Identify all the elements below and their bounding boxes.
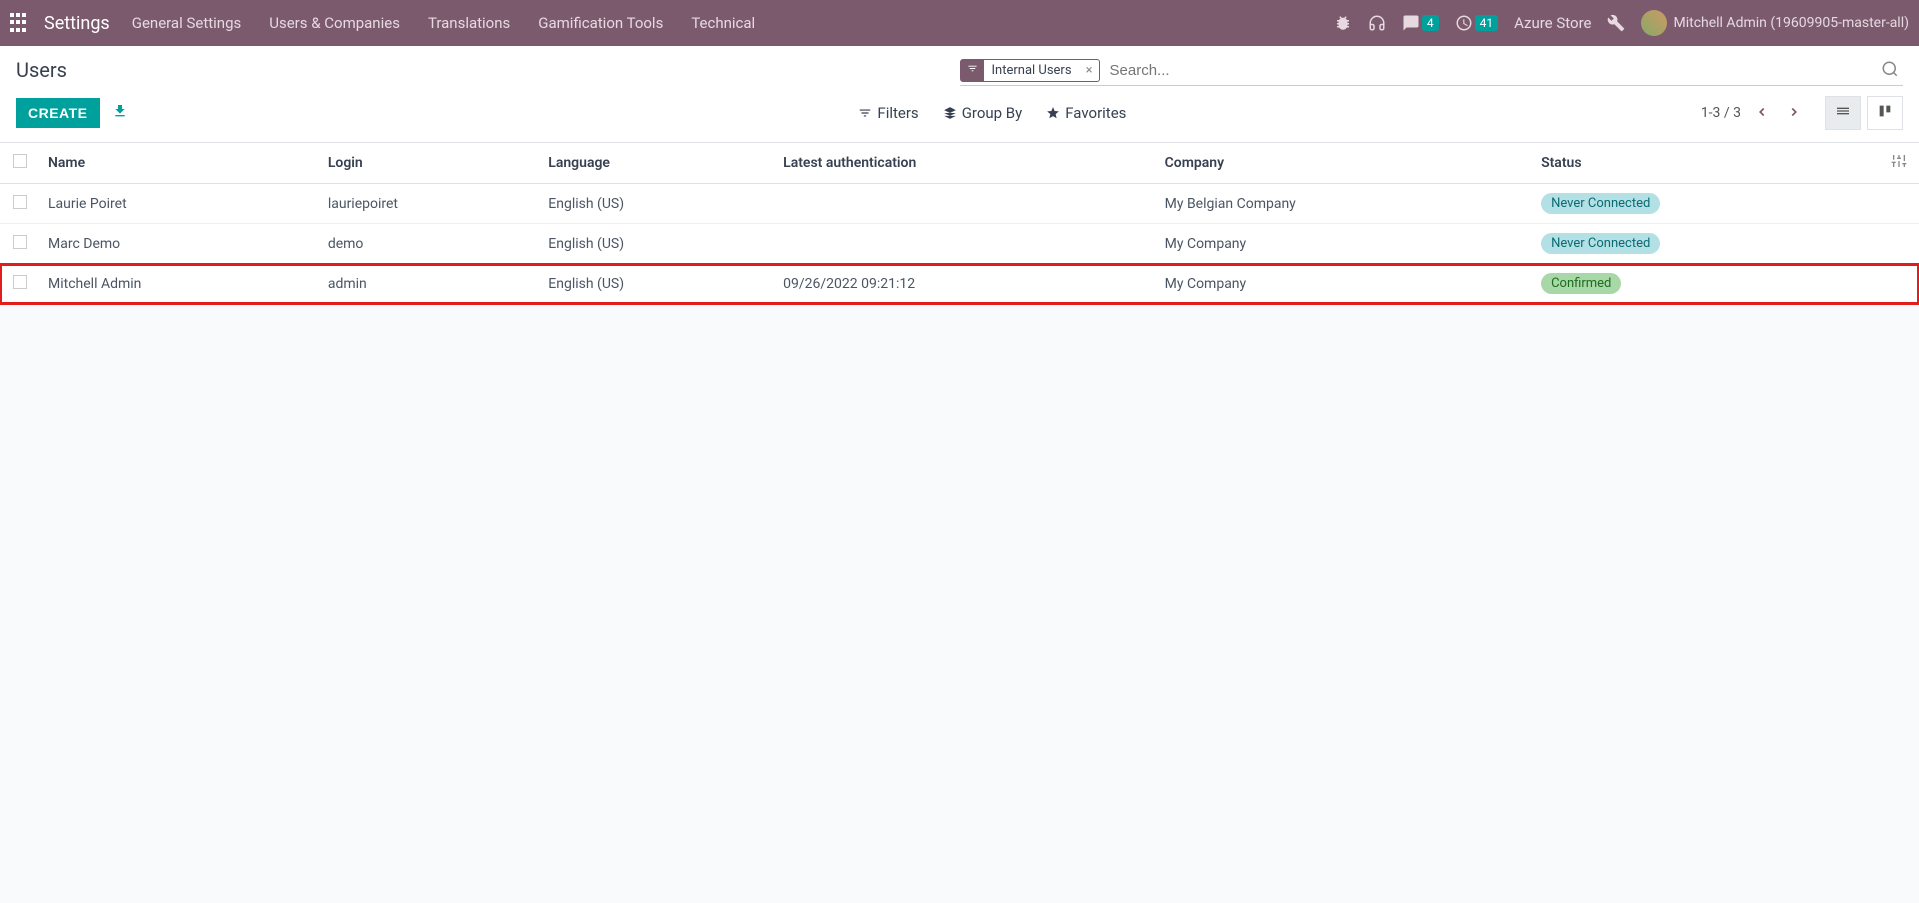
cell-latest-auth [775,224,1157,264]
cell-language: English (US) [540,264,775,304]
cell-name: Laurie Poiret [40,184,320,224]
facet-remove-icon[interactable]: × [1080,63,1099,78]
cell-login: demo [320,224,540,264]
apps-icon[interactable] [10,13,30,33]
funnel-icon [961,60,984,81]
col-status[interactable]: Status [1533,143,1879,184]
create-button[interactable]: CREATE [16,98,100,128]
col-company[interactable]: Company [1157,143,1533,184]
table-row[interactable]: Marc DemodemoEnglish (US) My Company Never… [0,224,1919,264]
cell-login: admin [320,264,540,304]
row-checkbox[interactable] [13,275,27,289]
column-options-icon[interactable] [1891,157,1907,173]
nav-general-settings[interactable]: General Settings [132,14,242,32]
messages-icon[interactable]: 4 [1402,14,1439,32]
table-row[interactable]: Laurie PoiretlauriepoiretEnglish (US) My … [0,184,1919,224]
messages-badge: 4 [1422,15,1439,31]
export-icon[interactable] [112,103,128,123]
status-badge: Never Connected [1541,193,1660,214]
col-language[interactable]: Language [540,143,775,184]
search-icon[interactable] [1877,60,1903,82]
pager-prev-icon[interactable] [1751,100,1773,127]
nav-technical[interactable]: Technical [691,14,755,32]
cell-name: Mitchell Admin [40,264,320,304]
nav-users-companies[interactable]: Users & Companies [269,14,400,32]
avatar [1641,10,1667,36]
cell-name: Marc Demo [40,224,320,264]
user-name: Mitchell Admin (19609905-master-all) [1673,15,1909,31]
search-bar: Internal Users × [960,58,1904,86]
group-by-label: Group By [962,104,1023,122]
search-input[interactable] [1106,58,1877,83]
activities-badge: 41 [1475,15,1499,31]
favorites-dropdown[interactable]: Favorites [1046,104,1126,122]
row-checkbox[interactable] [13,235,27,249]
status-badge: Never Connected [1541,233,1660,254]
group-by-dropdown[interactable]: Group By [943,104,1023,122]
pager-text[interactable]: 1-3 / 3 [1701,105,1741,121]
top-nav: Settings General Settings Users & Compan… [0,0,1919,46]
user-menu[interactable]: Mitchell Admin (19609905-master-all) [1641,10,1909,36]
table-header-row: Name Login Language Latest authenticatio… [0,143,1919,184]
activities-icon[interactable]: 41 [1455,14,1499,32]
debug-icon[interactable] [1334,14,1352,32]
cell-status: Confirmed [1533,264,1879,304]
user-list: Name Login Language Latest authenticatio… [0,143,1919,304]
status-badge: Confirmed [1541,273,1621,294]
facet-label: Internal Users [984,60,1080,81]
cell-company: My Company [1157,264,1533,304]
select-all-checkbox[interactable] [13,154,27,168]
filters-label: Filters [877,104,918,122]
filters-dropdown[interactable]: Filters [858,104,918,122]
control-panel: Users Internal Users × CREATE [0,46,1919,143]
view-list-icon[interactable] [1825,96,1861,130]
cell-language: English (US) [540,224,775,264]
page-title: Users [16,58,960,82]
nav-brand[interactable]: Settings [44,13,110,34]
favorites-label: Favorites [1065,104,1126,122]
nav-right: 4 41 Azure Store Mitchell Admin (1960990… [1334,10,1909,36]
nav-translations[interactable]: Translations [428,14,510,32]
cell-latest-auth: 09/26/2022 09:21:12 [775,264,1157,304]
cell-status: Never Connected [1533,224,1879,264]
cell-status: Never Connected [1533,184,1879,224]
pager-next-icon[interactable] [1783,100,1805,127]
col-name[interactable]: Name [40,143,320,184]
tools-icon[interactable] [1607,14,1625,32]
row-checkbox[interactable] [13,195,27,209]
col-latest-auth[interactable]: Latest authentication [775,143,1157,184]
table-row[interactable]: Mitchell AdminadminEnglish (US)09/26/202… [0,264,1919,304]
support-icon[interactable] [1368,14,1386,32]
col-login[interactable]: Login [320,143,540,184]
nav-menu: General Settings Users & Companies Trans… [132,14,1334,32]
nav-gamification-tools[interactable]: Gamification Tools [538,14,663,32]
company-switcher[interactable]: Azure Store [1514,14,1591,32]
cell-language: English (US) [540,184,775,224]
view-kanban-icon[interactable] [1867,96,1903,130]
cell-company: My Company [1157,224,1533,264]
cell-login: lauriepoiret [320,184,540,224]
cell-company: My Belgian Company [1157,184,1533,224]
cell-latest-auth [775,184,1157,224]
search-facet: Internal Users × [960,59,1100,82]
